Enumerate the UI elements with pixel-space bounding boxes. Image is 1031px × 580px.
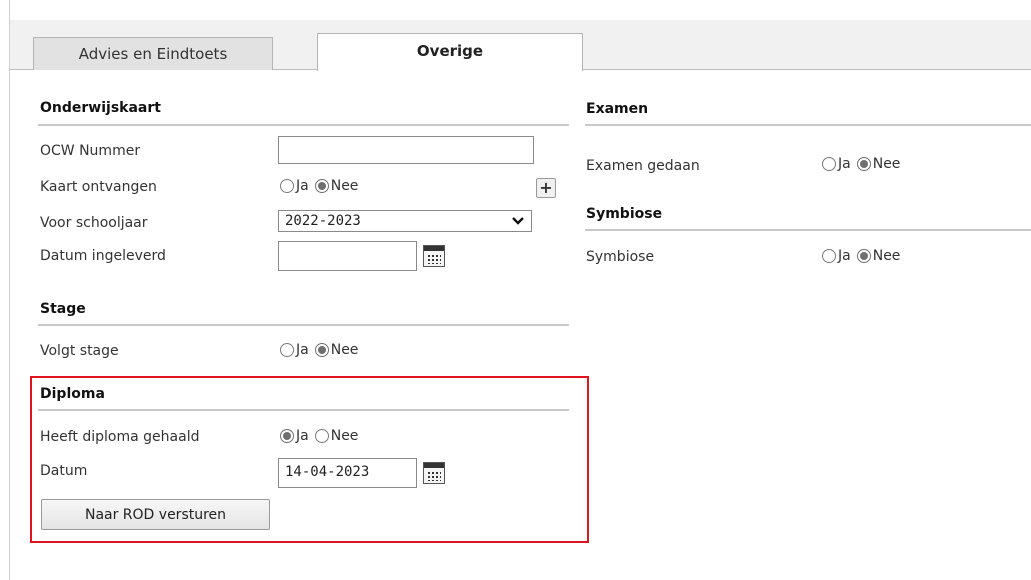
- examen-gedaan-ja-label: Ja: [838, 156, 851, 172]
- calendar-icon[interactable]: [423, 245, 445, 267]
- examen-gedaan-ja-radio[interactable]: [822, 157, 836, 171]
- datum-ingeleverd-input[interactable]: [278, 241, 417, 271]
- section-title-stage: Stage: [40, 301, 86, 317]
- diploma-gehaald-ja-radio[interactable]: [280, 429, 294, 443]
- symbiose-ja-label: Ja: [838, 248, 851, 264]
- heeft-diploma-gehaald-label: Heeft diploma gehaald: [40, 429, 200, 445]
- section-divider: [585, 229, 1031, 231]
- section-divider: [38, 409, 569, 411]
- section-divider: [38, 124, 569, 126]
- symbiose-nee-radio[interactable]: [856, 249, 871, 263]
- voor-schooljaar-label: Voor schooljaar: [40, 215, 148, 231]
- diploma-gehaald-nee-radio[interactable]: [314, 429, 329, 443]
- kaart-ontvangen-ja-label: Ja: [296, 178, 309, 194]
- diploma-datum-label: Datum: [40, 463, 88, 479]
- section-title-onderwijskaart: Onderwijskaart: [40, 100, 161, 116]
- symbiose-ja-radio[interactable]: [822, 249, 836, 263]
- symbiose-radio-group: Ja Nee: [822, 248, 906, 264]
- ocw-nummer-input[interactable]: [278, 136, 534, 164]
- section-title-diploma: Diploma: [40, 386, 105, 402]
- section-divider: [585, 124, 1031, 126]
- naar-rod-versturen-button[interactable]: Naar ROD versturen: [41, 499, 270, 530]
- ocw-nummer-label: OCW Nummer: [40, 143, 141, 159]
- calendar-icon[interactable]: [423, 462, 445, 484]
- volgt-stage-radio-group: Ja Nee: [280, 342, 364, 358]
- examen-gedaan-nee-radio[interactable]: [856, 157, 871, 171]
- diploma-gehaald-ja-label: Ja: [296, 428, 309, 444]
- examen-gedaan-radio-group: Ja Nee: [822, 156, 906, 172]
- diploma-datum-input[interactable]: 14-04-2023: [278, 458, 417, 488]
- kaart-ontvangen-ja-radio[interactable]: [280, 179, 294, 193]
- schooljaar-select-value: 2022-2023: [285, 213, 361, 229]
- left-border: [9, 0, 10, 580]
- examen-gedaan-label: Examen gedaan: [586, 158, 700, 174]
- plus-icon[interactable]: +: [536, 178, 556, 198]
- tab-overige[interactable]: Overige: [317, 33, 583, 71]
- datum-ingeleverd-label: Datum ingeleverd: [40, 248, 166, 264]
- diploma-gehaald-radio-group: Ja Nee: [280, 428, 364, 444]
- examen-gedaan-nee-label: Nee: [872, 156, 901, 172]
- diploma-gehaald-nee-label: Nee: [330, 428, 359, 444]
- schooljaar-select[interactable]: 2022-2023: [278, 210, 532, 232]
- kaart-ontvangen-nee-label: Nee: [330, 178, 359, 194]
- chevron-down-icon: [512, 217, 524, 225]
- section-divider: [38, 324, 569, 326]
- kaart-ontvangen-radio-group: Ja Nee: [280, 178, 364, 194]
- volgt-stage-nee-radio[interactable]: [314, 343, 329, 357]
- symbiose-nee-label: Nee: [872, 248, 901, 264]
- kaart-ontvangen-label: Kaart ontvangen: [40, 179, 157, 195]
- section-title-examen: Examen: [586, 101, 649, 117]
- symbiose-label: Symbiose: [586, 249, 655, 265]
- volgt-stage-ja-label: Ja: [296, 342, 309, 358]
- kaart-ontvangen-nee-radio[interactable]: [314, 179, 329, 193]
- tab-advies-en-eindtoets[interactable]: Advies en Eindtoets: [33, 37, 273, 70]
- volgt-stage-label: Volgt stage: [40, 343, 119, 359]
- volgt-stage-nee-label: Nee: [330, 342, 359, 358]
- section-title-symbiose: Symbiose: [586, 206, 663, 222]
- volgt-stage-ja-radio[interactable]: [280, 343, 294, 357]
